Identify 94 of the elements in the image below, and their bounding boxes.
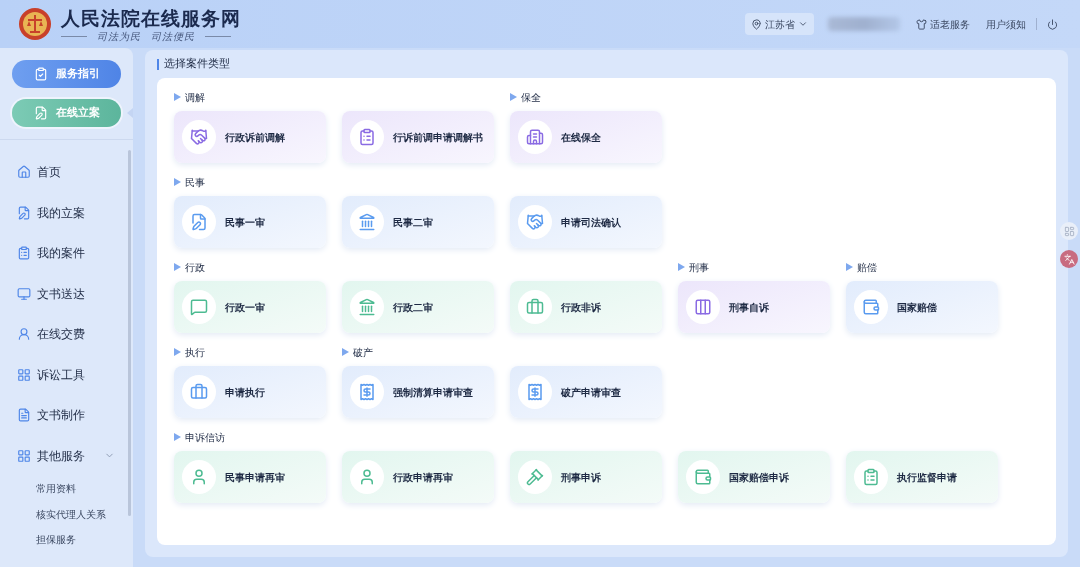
grid-icon [17,367,31,382]
triangle-bullet-icon [342,348,349,356]
header-link[interactable]: 适老服务 [916,16,970,32]
courthouse-icon [358,298,376,316]
shirt-icon [916,18,927,30]
case-type-button[interactable]: 申请司法确认 [510,196,662,248]
clipboard-icon [358,128,376,146]
triangle-bullet-icon [678,263,685,271]
document-pen-icon [33,106,48,120]
section-title: 选择案件类型 [164,55,230,72]
triangle-bullet-icon [510,93,517,101]
case-type-button[interactable]: 民事一审 [174,196,326,248]
group-heading: 保全 [521,90,541,105]
case-type-button[interactable]: 行政非诉 [510,281,662,333]
group-heading: 执行 [185,345,205,360]
redacted-username [828,17,900,31]
sidebar-menu-item[interactable]: 首页 [17,152,133,193]
location-pin-icon [751,18,762,30]
triangle-bullet-icon [174,263,181,271]
group-heading: 赔偿 [857,260,877,275]
briefcase-icon [526,298,544,316]
receipt-icon [526,383,544,401]
case-type-button[interactable]: 国家赔偿申诉 [678,451,830,503]
motto-text: 司法便民 [151,31,195,42]
triangle-bullet-icon [846,263,853,271]
case-type-button[interactable]: 行政一审 [174,281,326,333]
grid-icon [17,448,31,463]
document-icon [17,408,31,423]
location-dropdown[interactable]: 江苏省 [745,13,814,35]
document-pen-icon [190,213,208,231]
court-emblem-logo [18,7,52,41]
handshake-icon [190,128,208,146]
sidebar-submenu-item[interactable]: 核实代理人关系 [17,501,133,527]
triangle-bullet-icon [174,433,181,441]
case-type-button[interactable]: 刑事自诉 [678,281,830,333]
case-type-button[interactable]: 行诉前调申请调解书 [342,111,494,163]
person-icon [358,468,376,486]
person-icon [17,327,31,342]
sidebar-submenu-item[interactable]: 担保服务 [17,527,133,553]
wallet-icon [862,298,880,316]
sidebar-menu-item[interactable]: 文书送达 [17,273,133,314]
sidebar-menu-item[interactable]: 我的案件 [17,233,133,274]
group-heading: 申诉信访 [185,430,225,445]
motto-text: 司法为民 [97,31,141,42]
case-type-button[interactable]: 行政二审 [342,281,494,333]
monitor-icon [17,286,31,301]
sidebar-menu-item[interactable]: 其他服务 [17,435,133,476]
group-heading: 刑事 [689,260,709,275]
group-heading: 调解 [185,90,205,105]
gavel-icon [526,468,544,486]
person-icon [190,468,208,486]
courthouse-icon [358,213,376,231]
group-heading: 民事 [185,175,205,190]
sidebar-menu-item[interactable]: 在线交费 [17,314,133,355]
case-type-button[interactable]: 在线保全 [510,111,662,163]
briefcase-icon [190,383,208,401]
translate-icon [1063,253,1075,265]
clipboard-icon [33,67,48,81]
case-type-button[interactable]: 申请执行 [174,366,326,418]
site-title: 人民法院在线服务网 [61,6,241,30]
sidebar-menu-item[interactable]: 诉讼工具 [17,354,133,395]
case-type-button[interactable]: 行政诉前调解 [174,111,326,163]
house-icon [17,165,31,180]
case-type-button[interactable]: 国家赔偿 [846,281,998,333]
sidebar-submenu-item[interactable]: 常用资料 [17,476,133,502]
apps-icon [1063,225,1075,237]
triangle-bullet-icon [174,93,181,101]
triangle-bullet-icon [174,348,181,356]
clipboard-icon [862,468,880,486]
chat-icon [190,298,208,316]
sidebar-menu-item[interactable]: 我的立案 [17,192,133,233]
receipt-icon [358,383,376,401]
triangle-bullet-icon [174,178,181,186]
case-type-button[interactable]: 行政申请再审 [342,451,494,503]
translate-float-button[interactable] [1060,250,1078,268]
case-type-button[interactable]: 执行监督申请 [846,451,998,503]
document-pen-icon [17,205,31,220]
pointer-icon [127,108,133,118]
group-heading: 破产 [353,345,373,360]
group-heading: 行政 [185,260,205,275]
case-type-button[interactable]: 强制清算申请审查 [342,366,494,418]
building-icon [526,128,544,146]
handshake-icon [526,213,544,231]
sidebar-menu-item[interactable]: 文书制作 [17,395,133,436]
case-type-button[interactable]: 破产申请审查 [510,366,662,418]
wallet-icon [694,468,712,486]
case-type-button[interactable]: 民事二审 [342,196,494,248]
caret-icon [798,19,808,29]
case-type-button[interactable]: 刑事申诉 [510,451,662,503]
case-type-button[interactable]: 民事申请再审 [174,451,326,503]
clipboard-icon [17,246,31,261]
header-link[interactable]: 用户须知 [986,16,1026,32]
apps-float-button[interactable] [1060,222,1078,240]
logout-icon[interactable] [1047,18,1058,30]
